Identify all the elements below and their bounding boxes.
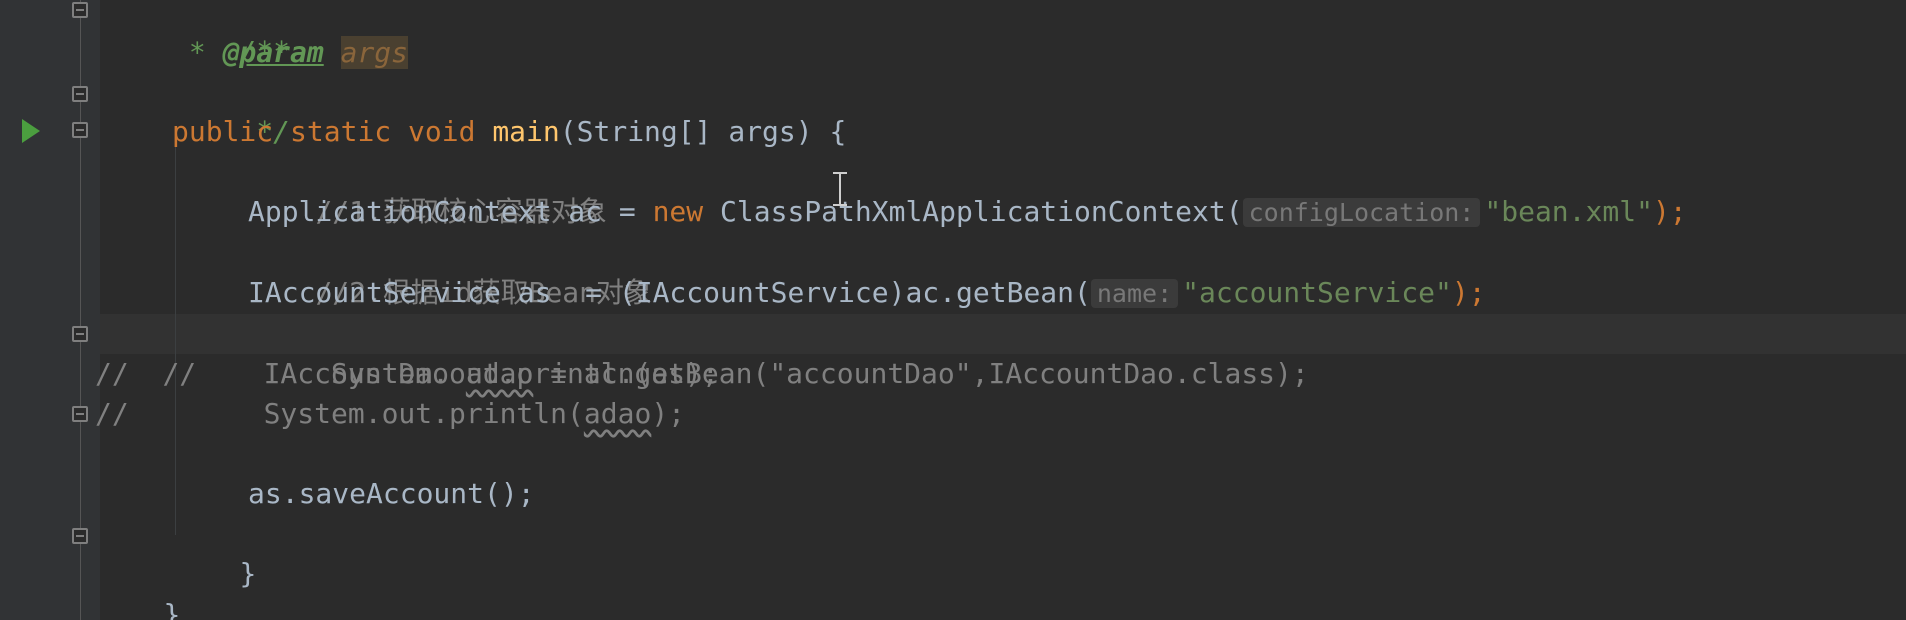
fold-marker-icon[interactable]	[72, 326, 88, 342]
code-line-close-brace: }	[96, 555, 180, 620]
code-line-close-brace: }	[172, 514, 256, 590]
fold-marker-icon[interactable]	[72, 2, 88, 18]
code-text: ApplicationContext ac =	[248, 195, 653, 228]
warning-identifier: adao	[465, 357, 534, 390]
parameter-hint: name:	[1090, 279, 1179, 308]
method-name: main	[492, 115, 560, 148]
code-text: );	[1652, 195, 1687, 228]
fold-marker-icon[interactable]	[72, 528, 88, 544]
code-line-get-bean: IAccountService as = (IAccountService)ac…	[248, 273, 1486, 313]
javadoc-param-name: args	[340, 36, 409, 69]
comment-text: // IAccountDao	[95, 357, 466, 390]
string-literal: "bean.xml"	[1484, 195, 1653, 228]
comment-text: = ac.getBean("accountDao",IAccountDao.cl…	[533, 357, 1309, 390]
code-text: }	[239, 557, 257, 590]
comment-text: // System.out.println(	[95, 397, 584, 430]
comment-text: );	[651, 397, 686, 430]
code-text: (String[] args) {	[559, 115, 847, 148]
code-line-save-account: as.saveAccount();	[248, 474, 535, 514]
keyword: new	[652, 195, 704, 228]
code-editor[interactable]: /** * @param args */ public static void …	[0, 0, 1906, 620]
code-line-comment: //2.根据id获取Bean对象	[248, 233, 652, 309]
code-line-javadoc-close: */	[172, 72, 290, 148]
code-line-commented: // System.out.println(adao);	[95, 394, 685, 434]
code-line-javadoc-param: * @param args	[172, 33, 409, 73]
warning-identifier: adao	[583, 397, 652, 430]
code-line-comment: //1.获取核心容器对象	[248, 152, 606, 228]
code-line-commented: // IAccountDao adao = ac.getBean("accoun…	[95, 354, 1309, 394]
javadoc-star: *	[172, 36, 223, 69]
fold-marker-icon[interactable]	[72, 406, 88, 422]
fold-marker-icon[interactable]	[72, 122, 88, 138]
code-line-javadoc-open: /**	[172, 0, 290, 68]
javadoc-param-tag: @param	[222, 36, 324, 69]
code-text: ClassPathXmlApplicationContext(	[703, 195, 1243, 228]
code-line-application-context: ApplicationContext ac = new ClassPathXml…	[248, 192, 1687, 232]
fold-marker-icon[interactable]	[72, 86, 88, 102]
code-line-commented: // System.out.println(as);	[95, 314, 718, 390]
code-text: );	[1451, 276, 1486, 309]
parameter-hint: configLocation:	[1242, 198, 1481, 227]
code-line-main-signature: public static void main(String[] args) {	[172, 112, 846, 152]
keyword: static	[290, 115, 392, 148]
text-cursor-icon	[833, 172, 847, 206]
code-text: }	[163, 598, 181, 620]
run-gutter-icon[interactable]	[22, 119, 40, 143]
code-text: as.saveAccount();	[248, 477, 535, 510]
string-literal: "accountService"	[1182, 276, 1452, 309]
keyword: public	[172, 115, 274, 148]
keyword: void	[408, 115, 476, 148]
code-text: IAccountService as = (IAccountService)ac…	[248, 276, 1091, 309]
